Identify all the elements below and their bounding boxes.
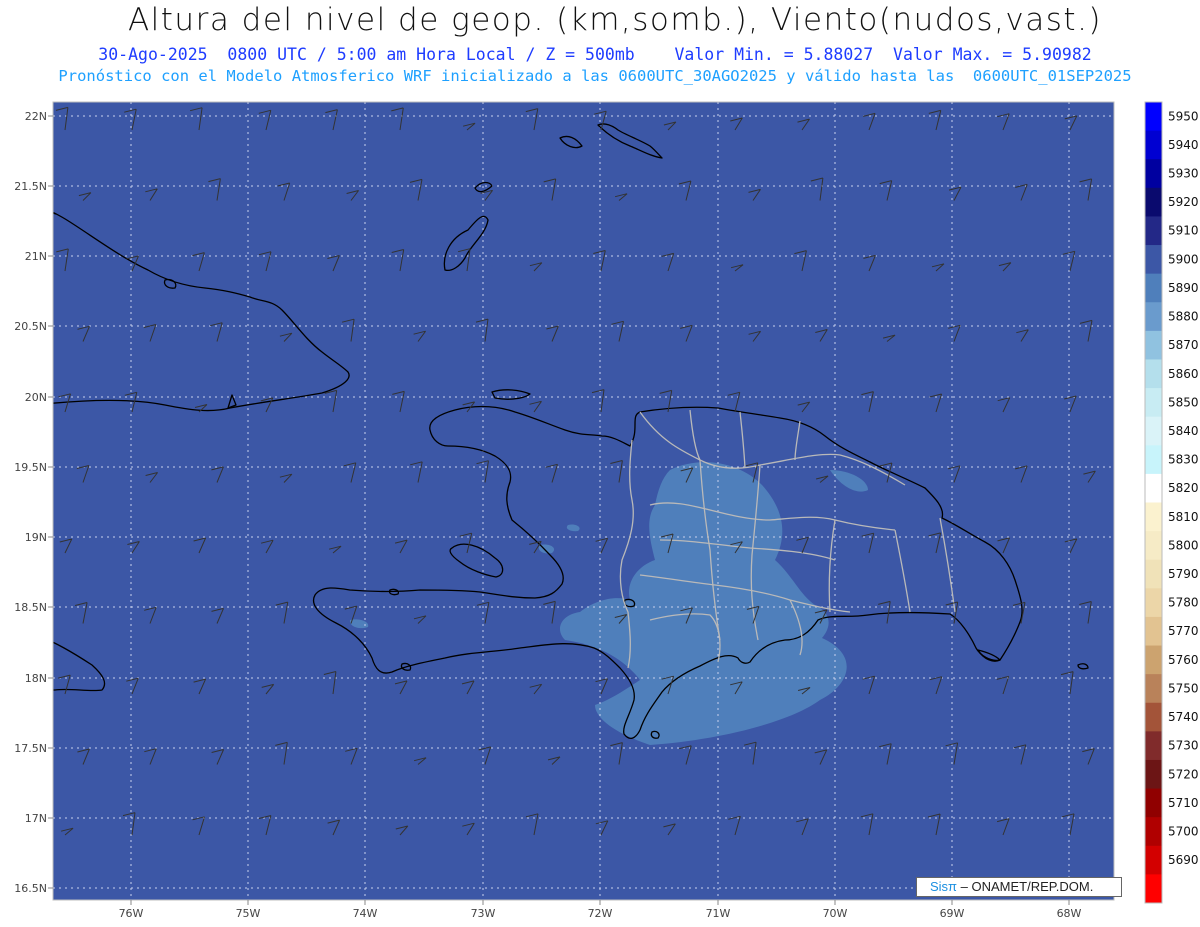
colorbar-swatch xyxy=(1145,759,1162,790)
colorbar-swatch xyxy=(1145,245,1162,275)
colorbar-label: 5690 xyxy=(1168,853,1199,867)
lon-label: 68W xyxy=(1057,907,1082,920)
colorbar-swatch xyxy=(1145,817,1162,847)
colorbar: 5950 5940 5930 5920 5910 5900 5890 5880 5870 5860… xyxy=(1144,101,1199,904)
lon-label: 74W xyxy=(353,907,378,920)
lon-label: 72W xyxy=(588,907,613,920)
lat-label: 17N xyxy=(25,812,47,825)
colorbar-swatch xyxy=(1145,788,1162,818)
colorbar-swatch xyxy=(1145,702,1162,732)
colorbar-label: 5910 xyxy=(1168,224,1199,238)
longitude-axis: 76W 75W 74W 73W 72W 71W 70W 69W 68W xyxy=(119,907,1082,920)
colorbar-swatch xyxy=(1145,616,1162,647)
colorbar-label: 5930 xyxy=(1168,167,1199,181)
colorbar-swatch xyxy=(1145,388,1162,418)
lon-label: 71W xyxy=(706,907,731,920)
lat-label: 17.5N xyxy=(14,742,47,755)
lat-label: 18.5N xyxy=(14,601,47,614)
colorbar-label: 5770 xyxy=(1168,624,1199,638)
colorbar-label: 5710 xyxy=(1168,796,1199,810)
colorbar-label: 5700 xyxy=(1168,824,1199,838)
colorbar-label: 5750 xyxy=(1168,681,1199,695)
colorbar-label: 5740 xyxy=(1168,710,1199,724)
colorbar-label: 5760 xyxy=(1168,653,1199,667)
map-figure: 22N 21.5N 21N 20.5N 20N 19.5N 19N 18.5N … xyxy=(14,101,1199,920)
colorbar-label: 5800 xyxy=(1168,538,1199,552)
colorbar-swatch xyxy=(1145,445,1162,475)
geopotential-field-5900 xyxy=(53,102,1114,900)
colorbar-swatch xyxy=(1145,588,1162,618)
lat-label: 22N xyxy=(25,110,47,123)
colorbar-swatch xyxy=(1145,559,1162,589)
colorbar-label: 5850 xyxy=(1168,395,1199,409)
colorbar-swatch xyxy=(1145,531,1162,561)
colorbar-swatch xyxy=(1145,473,1162,503)
colorbar-swatch xyxy=(1145,731,1162,761)
colorbar-label: 5780 xyxy=(1168,596,1199,610)
colorbar-label: 5820 xyxy=(1168,481,1199,495)
lat-label: 21.5N xyxy=(14,180,47,193)
colorbar-label: 5880 xyxy=(1168,310,1199,324)
colorbar-label: 5790 xyxy=(1168,567,1199,581)
colorbar-swatch xyxy=(1145,645,1162,675)
colorbar-label: 5860 xyxy=(1168,367,1199,381)
colorbar-swatch xyxy=(1145,130,1162,160)
colorbar-label: 5870 xyxy=(1168,338,1199,352)
lat-label: 20N xyxy=(25,391,47,404)
colorbar-swatch xyxy=(1145,674,1162,704)
colorbar-label: 5920 xyxy=(1168,195,1199,209)
colorbar-swatch xyxy=(1145,159,1162,189)
colorbar-label: 5720 xyxy=(1168,767,1199,781)
brand-organization: – ONAMET/REP.DOM. xyxy=(960,879,1094,894)
colorbar-swatch xyxy=(1145,845,1162,875)
colorbar-swatch xyxy=(1145,330,1162,360)
colorbar-label: 5730 xyxy=(1168,739,1199,753)
colorbar-label: 5890 xyxy=(1168,281,1199,295)
colorbar-label: 5940 xyxy=(1168,138,1199,152)
colorbar-swatch xyxy=(1145,874,1162,904)
colorbar-swatch xyxy=(1145,102,1162,132)
lat-label: 18N xyxy=(25,672,47,685)
colorbar-swatch xyxy=(1145,187,1162,217)
colorbar-label: 5900 xyxy=(1168,252,1199,266)
colorbar-swatch xyxy=(1145,502,1162,532)
lat-label: 20.5N xyxy=(14,320,47,333)
brand-box: Sisπ – ONAMET/REP.DOM. xyxy=(916,877,1122,897)
colorbar-swatch xyxy=(1145,416,1162,446)
colorbar-swatch xyxy=(1145,359,1162,389)
colorbar-label: 5950 xyxy=(1168,109,1199,123)
lat-label: 21N xyxy=(25,250,47,263)
colorbar-swatch xyxy=(1145,273,1162,303)
lon-label: 76W xyxy=(119,907,144,920)
colorbar-label: 5830 xyxy=(1168,453,1199,467)
lon-label: 70W xyxy=(823,907,848,920)
lon-label: 73W xyxy=(471,907,496,920)
lat-label: 19N xyxy=(25,531,47,544)
lon-label: 69W xyxy=(940,907,965,920)
lat-label: 16.5N xyxy=(14,882,47,895)
colorbar-swatch xyxy=(1145,216,1162,246)
colorbar-swatch xyxy=(1145,302,1162,332)
colorbar-label: 5810 xyxy=(1168,510,1199,524)
colorbar-label: 5840 xyxy=(1168,424,1199,438)
lon-label: 75W xyxy=(236,907,261,920)
lat-label: 19.5N xyxy=(14,461,47,474)
brand-sis-logo: Sisπ xyxy=(930,879,958,894)
latitude-axis: 22N 21.5N 21N 20.5N 20N 19.5N 19N 18.5N … xyxy=(14,110,47,895)
